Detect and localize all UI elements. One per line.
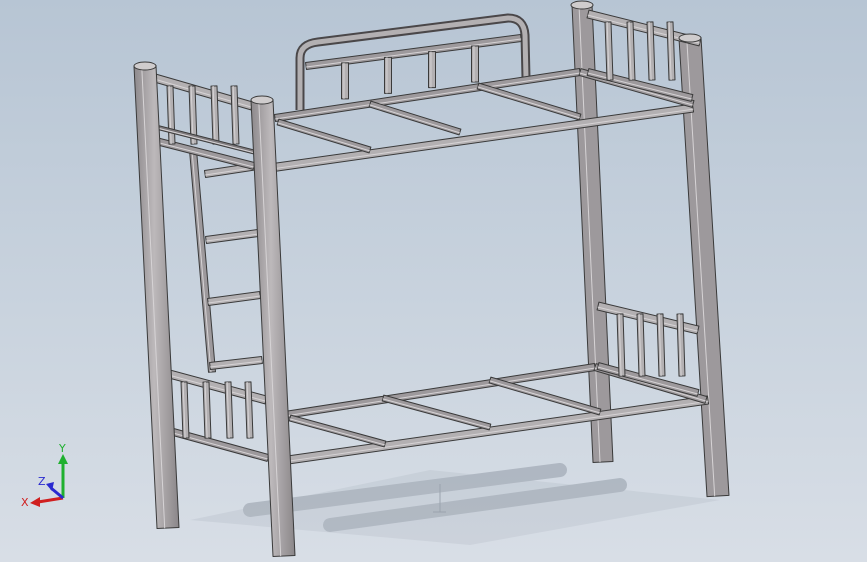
upper-right-headboard-bottom [586, 68, 694, 102]
lower-back-rail-edge [285, 367, 596, 417]
upper-slat-1-edge [277, 122, 370, 152]
ladder-rung-4 [209, 356, 263, 370]
post-cap-3 [570, 0, 594, 10]
lower-slat-1 [288, 414, 387, 448]
ladder-rung-2 [205, 229, 259, 244]
upper-slat-2-edge [369, 104, 460, 134]
upper-right-headboard-bottom-edge [587, 72, 692, 100]
lower-slat-3 [488, 376, 602, 416]
lower-slat-2 [381, 394, 492, 431]
z-axis-label: Z [38, 475, 46, 488]
back-guard-spindle-3 [428, 51, 436, 89]
y-axis-label: Y [58, 442, 66, 455]
back-guard-spindle-1 [341, 62, 349, 100]
upper-back-rail-edge [275, 72, 581, 120]
x-axis-label: X [21, 496, 29, 509]
ladder-rung-3 [207, 291, 261, 306]
axis-triad: Y X Z [21, 442, 68, 509]
y-axis-arrow-icon [58, 454, 68, 464]
lower-slat-1-edge [289, 418, 385, 446]
upper-back-rail [273, 68, 582, 122]
post-cap-4 [678, 33, 702, 43]
upper-slat-1 [276, 118, 372, 154]
bunk-bed-model[interactable] [0, 0, 867, 562]
ladder-left-rail-edge [191, 150, 212, 373]
upper-slat-3 [476, 82, 582, 121]
back-guard-spindle-4 [471, 45, 479, 83]
lower-left-board-bottom [164, 426, 270, 462]
ladder-left-rail [189, 149, 216, 373]
upper-slat-3-edge [477, 86, 580, 119]
lower-slat-3-edge [489, 380, 600, 414]
post-cap-2 [250, 95, 274, 105]
upper-slat-2 [368, 100, 462, 136]
graphics-viewport[interactable]: Y X Z [0, 0, 867, 562]
upper-left-headboard-bottom-edge [151, 140, 254, 168]
x-axis-arrow-icon [30, 497, 40, 507]
back-guard-spindle-2 [384, 56, 392, 94]
lower-slat-2-edge [382, 398, 490, 429]
post-cap-1 [133, 61, 157, 71]
